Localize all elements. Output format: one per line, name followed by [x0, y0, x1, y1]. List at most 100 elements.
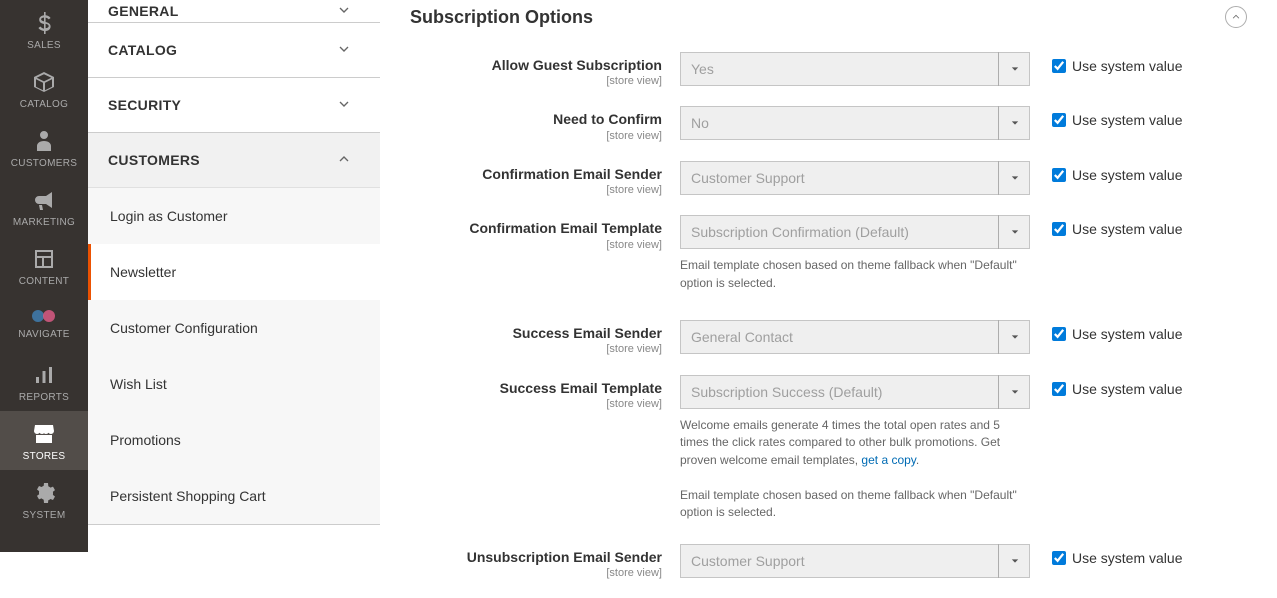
config-section-general: GENERAL — [88, 0, 380, 23]
checkbox-use-system-value[interactable] — [1052, 113, 1066, 127]
select-input[interactable]: No — [680, 106, 1030, 140]
select-input[interactable]: Subscription Confirmation (Default) — [680, 215, 1030, 249]
chevron-down-icon — [336, 96, 352, 115]
gear-icon — [31, 480, 57, 506]
field-confirmation-email-template: Confirmation Email Template [store view]… — [410, 215, 1247, 292]
use-system-label: Use system value — [1072, 167, 1182, 183]
use-system-label: Use system value — [1072, 58, 1182, 74]
select-success-template[interactable]: Subscription Success (Default) — [680, 375, 1030, 409]
field-allow-guest-subscription: Allow Guest Subscription [store view] Ye… — [410, 52, 1247, 88]
person-icon — [31, 128, 57, 154]
nav-label: CATALOG — [20, 99, 68, 110]
nav-item-sales[interactable]: SALES — [0, 0, 88, 59]
chevron-down-icon — [336, 41, 352, 60]
config-section-title: SECURITY — [108, 97, 181, 113]
field-label: Success Email Sender — [410, 324, 662, 342]
dollar-icon — [31, 10, 57, 36]
chevron-up-icon — [1231, 12, 1241, 22]
chevron-down-icon — [336, 2, 352, 21]
field-confirmation-email-sender: Confirmation Email Sender [store view] C… — [410, 161, 1247, 197]
field-note: Welcome emails generate 4 times the tota… — [680, 409, 1030, 469]
field-label: Unsubscription Email Sender — [410, 548, 662, 566]
collapse-section-button[interactable] — [1225, 6, 1247, 28]
field-note: Email template chosen based on theme fal… — [680, 479, 1030, 522]
config-section-head[interactable]: CATALOG — [88, 23, 380, 77]
select-input[interactable]: Subscription Success (Default) — [680, 375, 1030, 409]
use-system-label: Use system value — [1072, 550, 1182, 566]
layout-icon — [31, 246, 57, 272]
field-label: Confirmation Email Template — [410, 219, 662, 237]
select-success-sender[interactable]: General Contact — [680, 320, 1030, 354]
storefront-icon — [31, 421, 57, 447]
field-note: Email template chosen based on theme fal… — [680, 249, 1030, 292]
bar-chart-icon — [31, 362, 57, 388]
field-success-email-template: Success Email Template [store view] Subs… — [410, 375, 1247, 522]
config-section-title: CATALOG — [108, 42, 177, 58]
nav-item-reports[interactable]: REPORTS — [0, 352, 88, 411]
field-label: Need to Confirm — [410, 110, 662, 128]
field-scope: [store view] — [410, 74, 662, 88]
admin-main-nav: SALES CATALOG CUSTOMERS MARKETING CONTEN… — [0, 0, 88, 552]
config-section-title: GENERAL — [108, 3, 179, 19]
megaphone-icon — [31, 187, 57, 213]
checkbox-use-system-value[interactable] — [1052, 382, 1066, 396]
nav-label: SYSTEM — [23, 510, 66, 521]
select-need-confirm[interactable]: No — [680, 106, 1030, 140]
nav-item-content[interactable]: CONTENT — [0, 236, 88, 295]
checkbox-use-system-value[interactable] — [1052, 551, 1066, 565]
field-scope: [store view] — [410, 183, 662, 197]
section-title: Subscription Options — [410, 7, 593, 28]
nav-item-system[interactable]: SYSTEM — [0, 470, 88, 529]
select-input[interactable]: Customer Support — [680, 161, 1030, 195]
nav-item-catalog[interactable]: CATALOG — [0, 59, 88, 118]
use-system-label: Use system value — [1072, 112, 1182, 128]
nav-label: NAVIGATE — [18, 329, 69, 340]
use-system-label: Use system value — [1072, 381, 1182, 397]
nav-label: STORES — [23, 451, 66, 462]
checkbox-use-system-value[interactable] — [1052, 327, 1066, 341]
config-sidebar: GENERAL CATALOG SECURITY CUSTOMERS Login… — [88, 0, 380, 552]
field-need-to-confirm: Need to Confirm [store view] No Use syst… — [410, 106, 1247, 142]
nav-item-marketing[interactable]: MARKETING — [0, 177, 88, 236]
select-confirm-sender[interactable]: Customer Support — [680, 161, 1030, 195]
sidebar-item-promotions[interactable]: Promotions — [88, 412, 380, 468]
config-subsection-list: Login as Customer Newsletter Customer Co… — [88, 187, 380, 524]
checkbox-use-system-value[interactable] — [1052, 59, 1066, 73]
nav-label: CUSTOMERS — [11, 158, 77, 169]
select-input[interactable]: Customer Support — [680, 544, 1030, 578]
field-scope: [store view] — [410, 566, 662, 580]
select-allow-guest[interactable]: Yes — [680, 52, 1030, 86]
field-scope: [store view] — [410, 238, 662, 252]
field-label: Success Email Template — [410, 379, 662, 397]
partners-icon — [31, 307, 57, 325]
sidebar-item-newsletter[interactable]: Newsletter — [88, 244, 380, 300]
field-unsubscription-email-sender: Unsubscription Email Sender [store view]… — [410, 544, 1247, 580]
checkbox-use-system-value[interactable] — [1052, 222, 1066, 236]
sidebar-item-login-as-customer[interactable]: Login as Customer — [88, 188, 380, 244]
nav-item-stores[interactable]: STORES — [0, 411, 88, 470]
field-label: Allow Guest Subscription — [410, 56, 662, 74]
section-header: Subscription Options — [410, 0, 1247, 52]
config-section-head[interactable]: SECURITY — [88, 78, 380, 132]
sidebar-item-customer-configuration[interactable]: Customer Configuration — [88, 300, 380, 356]
nav-item-customers[interactable]: CUSTOMERS — [0, 118, 88, 177]
checkbox-use-system-value[interactable] — [1052, 168, 1066, 182]
nav-label: CONTENT — [19, 276, 69, 287]
config-section-head[interactable]: GENERAL — [88, 0, 380, 22]
select-confirm-template[interactable]: Subscription Confirmation (Default) — [680, 215, 1030, 249]
field-scope: [store view] — [410, 397, 662, 411]
nav-label: MARKETING — [13, 217, 75, 228]
sidebar-item-persistent-shopping-cart[interactable]: Persistent Shopping Cart — [88, 468, 380, 524]
select-input[interactable]: Yes — [680, 52, 1030, 86]
select-unsub-sender[interactable]: Customer Support — [680, 544, 1030, 578]
nav-item-find-partners[interactable]: NAVIGATE — [0, 295, 88, 352]
field-label: Confirmation Email Sender — [410, 165, 662, 183]
get-a-copy-link[interactable]: get a copy — [861, 453, 915, 467]
main-content: Subscription Options Allow Guest Subscri… — [380, 0, 1277, 598]
sidebar-item-wish-list[interactable]: Wish List — [88, 356, 380, 412]
nav-label: REPORTS — [19, 392, 69, 403]
config-section-head[interactable]: CUSTOMERS — [88, 133, 380, 187]
select-input[interactable]: General Contact — [680, 320, 1030, 354]
config-section-catalog: CATALOG — [88, 23, 380, 78]
config-section-title: CUSTOMERS — [108, 152, 200, 168]
